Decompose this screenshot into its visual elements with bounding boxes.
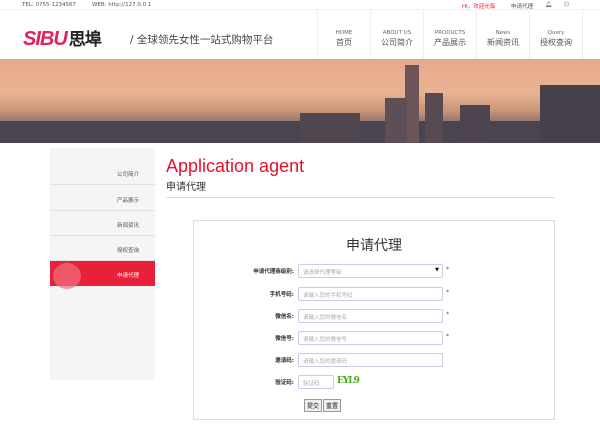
- sidebar-item-news[interactable]: 新闻资讯: [50, 211, 155, 236]
- chat-icon[interactable]: 💬︎: [563, 2, 570, 8]
- agent-level-select[interactable]: 请选择代理等级 ▼: [298, 264, 443, 278]
- invite-code-input[interactable]: 请输入您的邀请码: [298, 353, 443, 367]
- divider: [166, 197, 555, 198]
- nav-cn: 授权查询: [540, 38, 572, 47]
- nav-en: News: [495, 30, 511, 36]
- nav-cn: 新闻资讯: [487, 38, 519, 47]
- nav-cn: 产品展示: [434, 38, 466, 47]
- website: WEB: http://127.0.0.1: [92, 2, 152, 8]
- nav-en: HOME: [335, 30, 353, 36]
- dropdown-arrow-icon: ▼: [435, 267, 439, 273]
- captcha-image[interactable]: EYL9: [337, 376, 360, 386]
- wechat-name-input[interactable]: 请输入您的微信名: [298, 309, 443, 323]
- apply-form: 申请代理 申请代理商级别: 请选择代理等级 ▼ * 手机号码: 请输入您的手机号码 * 微…: [193, 220, 555, 420]
- nav-en: ABOUT US: [382, 30, 412, 36]
- required-mark: *: [446, 266, 449, 273]
- field-label: 申请代理商级别:: [253, 269, 294, 275]
- nav-home[interactable]: HOME 首页: [318, 10, 371, 59]
- header: SIBU 思埠 / 全球领先女性一站式购物平台 HOME 首页 ABOUT US 公司…: [0, 10, 600, 59]
- welcome-text: HI，欢迎光临: [462, 4, 496, 10]
- form-title: 申请代理: [346, 238, 402, 254]
- field-label: 微信号:: [275, 336, 294, 342]
- sidebar-item-apply[interactable]: 申请代理: [50, 261, 155, 289]
- sidebar-item-products[interactable]: 产品展示: [50, 186, 155, 211]
- nav-about[interactable]: ABOUT US 公司简介: [371, 10, 424, 59]
- top-bar: TEL: 0755-1234567 WEB: http://127.0.0.1 …: [0, 0, 600, 10]
- required-mark: *: [446, 333, 449, 340]
- required-mark: *: [446, 311, 449, 318]
- main-nav: HOME 首页 ABOUT US 公司简介 PRODUCTS 产品展示 News 新闻资…: [317, 10, 583, 59]
- select-placeholder: 请选择代理等级: [303, 270, 342, 276]
- wechat-id-input[interactable]: 请输入您的微信号: [298, 331, 443, 345]
- required-mark: *: [446, 289, 449, 296]
- nav-products[interactable]: PRODUCTS 产品展示: [424, 10, 477, 59]
- nav-en: PRODUCTS: [434, 30, 466, 36]
- sidebar-item-about[interactable]: 公司简介: [50, 160, 155, 185]
- nav-en: Query: [547, 30, 565, 36]
- logo-en: SIBU: [23, 28, 68, 50]
- sidebar-item-query[interactable]: 授权查询: [50, 236, 155, 261]
- sidebar-item-label: 申请代理: [116, 273, 139, 279]
- nav-news[interactable]: News 新闻资讯: [477, 10, 530, 59]
- submit-button[interactable]: 提交: [304, 399, 323, 412]
- nav-cn: 公司简介: [381, 38, 413, 47]
- swirl-logo-icon: [53, 263, 81, 289]
- apply-link[interactable]: 申请代理: [511, 2, 533, 10]
- nav-cn: 首页: [336, 38, 352, 47]
- field-label: 手机号码:: [269, 292, 294, 298]
- page-title-cn: 申请代理: [166, 182, 206, 193]
- field-label: 微信名:: [275, 314, 294, 320]
- phone-input[interactable]: 请输入您的手机号码: [298, 287, 443, 301]
- reset-button[interactable]: 重置: [323, 399, 342, 412]
- captcha-input[interactable]: 验证码: [298, 375, 334, 389]
- logo[interactable]: SIBU 思埠: [23, 25, 102, 51]
- sidebar: 公司简介 产品展示 新闻资讯 授权查询 申请代理: [50, 148, 155, 380]
- field-label: 验证码:: [275, 380, 294, 386]
- bell-icon[interactable]: 🔔︎: [545, 2, 552, 8]
- logo-cn: 思埠: [68, 30, 102, 49]
- city-banner: [0, 59, 600, 143]
- nav-query[interactable]: Query 授权查询: [530, 10, 583, 59]
- tel: TEL: 0755-1234567: [22, 2, 76, 8]
- slogan: / 全球领先女性一站式购物平台: [130, 34, 274, 46]
- field-label: 邀请码:: [275, 358, 294, 364]
- page-title-en: Application agent: [166, 156, 305, 176]
